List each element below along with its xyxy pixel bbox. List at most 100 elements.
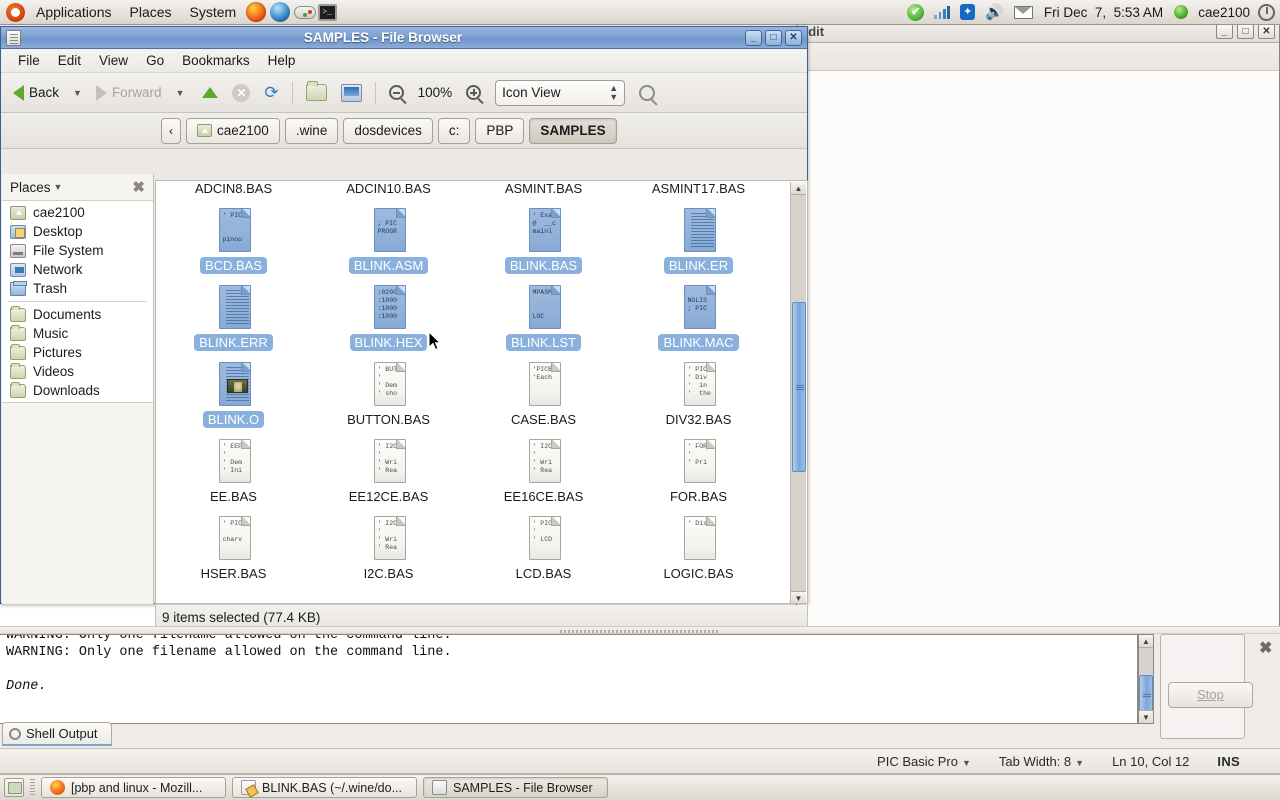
breadcrumb-c[interactable]: c: (437, 117, 471, 144)
menu-applications[interactable]: Applications (27, 0, 121, 25)
file-item[interactable]: ' I2C ' ' Wri ' Rea EE12CE.BAS (311, 435, 466, 512)
file-item[interactable]: ADCIN8.BAS (156, 181, 311, 204)
menu-edit[interactable]: Edit (49, 51, 90, 70)
volume-icon[interactable]: 🔊 (985, 5, 1004, 20)
file-item[interactable]: ' PIC pinou BCD.BAS (156, 204, 311, 281)
forward-dropdown[interactable]: ▼ (169, 84, 190, 102)
file-item[interactable]: 'PICB 'Each CASE.BAS (466, 358, 621, 435)
menu-help[interactable]: Help (259, 51, 305, 70)
zoom-out-button[interactable] (383, 81, 410, 104)
breadcrumb-pbp[interactable]: PBP (475, 117, 525, 144)
sidebar-close-icon[interactable]: ✖ (132, 178, 145, 196)
file-item[interactable]: ' Exa @ __c mainl BLINK.BAS (466, 204, 621, 281)
sidebar-item-videos[interactable]: Videos (2, 362, 153, 381)
thunderbird-icon[interactable] (270, 1, 292, 23)
file-item[interactable]: ' PIC ' ' LCD LCD.BAS (466, 512, 621, 589)
scrollbar-thumb[interactable] (792, 302, 806, 472)
shell-panel-close-icon[interactable]: ✖ (1259, 638, 1272, 658)
panel-clock[interactable]: Fri Dec 7, 5:53 AM (1044, 5, 1163, 20)
back-button[interactable]: Back (7, 81, 65, 105)
file-icon-view[interactable]: ADCIN8.BAS ADCIN10.BAS ASMINT.BAS ASMINT17.… (155, 180, 808, 604)
tab-width-selector[interactable]: Tab Width: 8 ▼ (999, 754, 1084, 769)
power-icon[interactable] (1258, 3, 1275, 21)
minimize-button[interactable]: _ (745, 29, 762, 46)
file-item[interactable]: :0200 :1000 :1000 :1000 BLINK.HEX (311, 281, 466, 358)
chevron-down-icon[interactable]: ▼ (54, 182, 63, 192)
menu-system[interactable]: System (181, 0, 246, 25)
show-desktop-button[interactable] (4, 778, 24, 797)
zoom-in-button[interactable] (460, 81, 487, 104)
scroll-down-icon[interactable]: ▼ (791, 591, 806, 603)
scroll-up-icon[interactable]: ▲ (1139, 635, 1153, 648)
file-item[interactable]: ' I2C ' ' Wri ' Rea EE16CE.BAS (466, 435, 621, 512)
sidebar-item-cae2100[interactable]: cae2100 (2, 203, 153, 222)
file-item[interactable]: ' Dis LOGIC.BAS (621, 512, 776, 589)
scrollbar-thumb[interactable] (1139, 675, 1153, 715)
shell-scrollbar[interactable]: ▲ ▼ (1138, 634, 1154, 724)
forward-button[interactable]: Forward (90, 81, 168, 105)
terminal-icon[interactable]: >_ (318, 2, 340, 23)
up-button[interactable] (196, 83, 224, 102)
minimize-icon[interactable]: _ (1216, 24, 1233, 39)
file-item[interactable]: ' PIC charv HSER.BAS (156, 512, 311, 589)
sidebar-item-desktop[interactable]: Desktop (2, 222, 153, 241)
scroll-down-icon[interactable]: ▼ (1139, 710, 1153, 723)
file-item[interactable]: NOLIS ; PIC BLINK.MAC (621, 281, 776, 358)
taskbar-grip[interactable] (30, 778, 35, 797)
gamepad-icon[interactable] (294, 2, 317, 23)
breadcrumb-samples[interactable]: SAMPLES (529, 117, 617, 144)
file-item[interactable]: BLINK.O (156, 358, 311, 435)
checkmark-icon[interactable]: ✔ (907, 3, 925, 21)
maximize-button[interactable]: □ (765, 29, 782, 46)
menu-places[interactable]: Places (121, 0, 181, 25)
language-selector[interactable]: PIC Basic Pro ▼ (877, 754, 971, 769)
reload-button[interactable]: ⟳ (258, 80, 284, 105)
sidebar-item-pictures[interactable]: Pictures (2, 343, 153, 362)
panel-username[interactable]: cae2100 (1198, 5, 1250, 20)
sidebar-item-trash[interactable]: Trash (2, 279, 153, 298)
shell-output-text[interactable]: WARNING: Only one filename allowed on th… (0, 634, 1138, 724)
breadcrumb-dosdevices[interactable]: dosdevices (343, 117, 433, 144)
taskbar-item-firefox[interactable]: [pbp and linux - Mozill... (41, 777, 226, 798)
scroll-up-icon[interactable]: ▲ (791, 182, 806, 195)
sidebar-item-network[interactable]: Network (2, 260, 153, 279)
menu-go[interactable]: Go (137, 51, 173, 70)
maximize-icon[interactable]: □ (1237, 24, 1254, 39)
stop-button[interactable]: Stop (1168, 682, 1253, 708)
mail-icon[interactable] (1013, 5, 1033, 19)
file-browser-window[interactable]: SAMPLES - File Browser _ □ ✕ File Edit V… (0, 26, 808, 630)
file-item[interactable]: ASMINT17.BAS (621, 181, 776, 204)
file-item[interactable]: ADCIN10.BAS (311, 181, 466, 204)
file-item[interactable]: ASMINT.BAS (466, 181, 621, 204)
menu-file[interactable]: File (9, 51, 49, 70)
file-item[interactable]: ' EEP ' ' Dem ' Ini EE.BAS (156, 435, 311, 512)
sidebar-item-documents[interactable]: Documents (2, 305, 153, 324)
sidebar-item-downloads[interactable]: Downloads (2, 381, 153, 400)
view-mode-select[interactable]: Icon View ▲ ▼ (495, 79, 626, 106)
breadcrumb-wine[interactable]: .wine (284, 117, 339, 144)
file-item[interactable]: ' FOR ' ' Pri FOR.BAS (621, 435, 776, 512)
back-dropdown[interactable]: ▼ (67, 84, 88, 102)
sidebar-item-file-system[interactable]: File System (2, 241, 153, 260)
ubuntu-logo-icon[interactable] (6, 2, 25, 22)
menu-bookmarks[interactable]: Bookmarks (173, 51, 259, 70)
file-item[interactable]: ' I2C ' ' Wri ' Rea I2C.BAS (311, 512, 466, 589)
file-item[interactable]: MPASM LOC BLINK.LST (466, 281, 621, 358)
menu-view[interactable]: View (90, 51, 137, 70)
file-item[interactable]: ; PIC PROGR BLINK.ASM (311, 204, 466, 281)
file-item[interactable]: BLINK.ERR (156, 281, 311, 358)
bluetooth-icon[interactable]: ✦ (960, 4, 976, 20)
sidebar-item-music[interactable]: Music (2, 324, 153, 343)
taskbar-item-file-browser[interactable]: SAMPLES - File Browser (423, 777, 608, 798)
sidebar-header[interactable]: Places ▼ ✖ (2, 174, 153, 200)
search-icon[interactable] (639, 84, 656, 101)
close-icon[interactable]: ✕ (1258, 24, 1275, 39)
breadcrumb-prev-button[interactable]: ‹ (161, 117, 181, 144)
close-button[interactable]: ✕ (785, 29, 802, 46)
breadcrumb-cae2100[interactable]: cae2100 (186, 117, 280, 144)
tab-shell-output[interactable]: Shell Output (2, 722, 112, 746)
taskbar-item-blink-bas[interactable]: BLINK.BAS (~/.wine/do... (232, 777, 417, 798)
signal-bars-icon[interactable] (934, 5, 951, 19)
file-browser-titlebar[interactable]: SAMPLES - File Browser _ □ ✕ (1, 27, 807, 49)
home-folder-button[interactable] (300, 80, 333, 105)
